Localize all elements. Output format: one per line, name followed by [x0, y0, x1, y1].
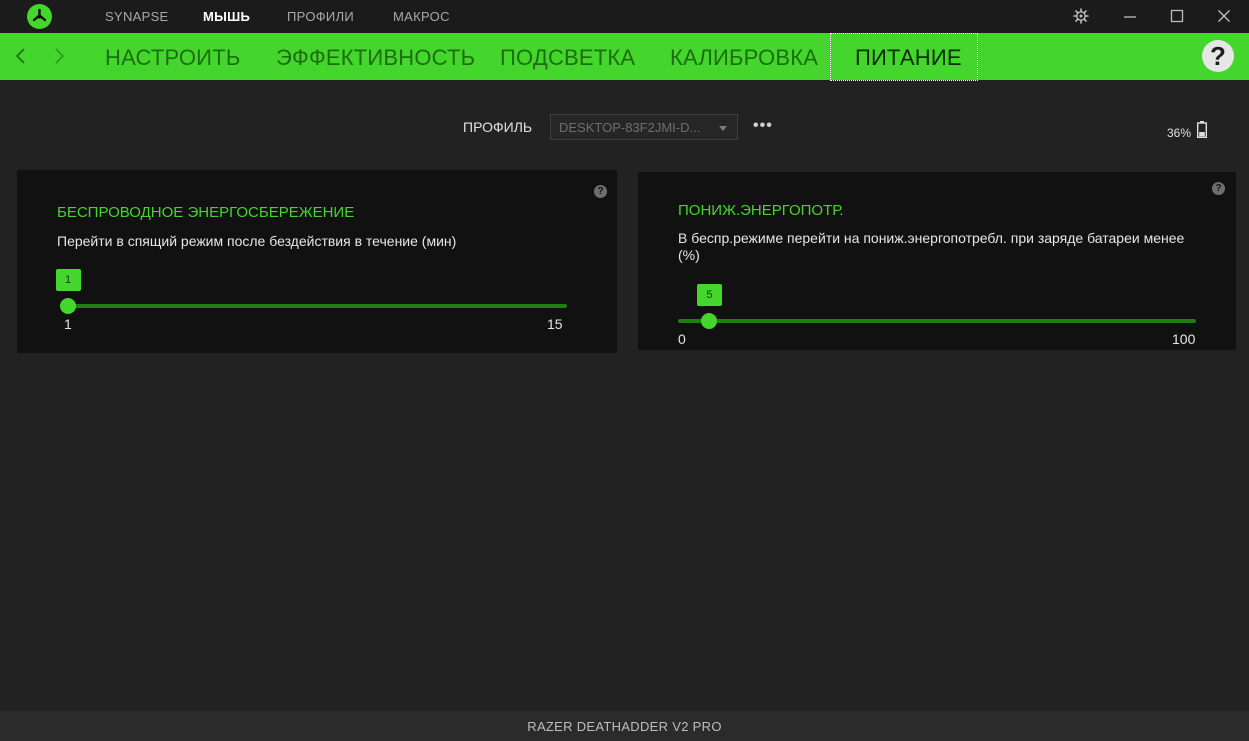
- topnav-mouse[interactable]: МЫШЬ: [203, 9, 250, 24]
- card-description: Перейти в спящий режим после бездействия…: [57, 233, 457, 249]
- card-description: В беспр.режиме перейти на пониж.энергопо…: [678, 230, 1185, 263]
- sleep-slider-track[interactable]: [60, 304, 567, 308]
- low-power-slider-track[interactable]: [678, 319, 1196, 323]
- low-power-slider-min: 0: [678, 331, 686, 347]
- tab-customize[interactable]: НАСТРОИТЬ: [105, 45, 240, 71]
- title-bar: SYNAPSE МЫШЬ ПРОФИЛИ МАКРОС: [0, 0, 1249, 33]
- profile-dropdown[interactable]: DESKTOP-83F2JMI-D...: [550, 114, 738, 140]
- profile-label: ПРОФИЛЬ: [463, 119, 533, 135]
- sleep-slider-min: 1: [64, 316, 72, 332]
- low-power-slider-thumb[interactable]: [701, 313, 718, 329]
- low-power-slider-value: 5: [696, 284, 722, 306]
- topnav-macros[interactable]: МАКРОС: [393, 9, 450, 24]
- sleep-slider-value: 1: [55, 269, 81, 291]
- chevron-down-icon: [719, 126, 727, 131]
- battery-percent: 36%: [1167, 126, 1192, 140]
- close-icon[interactable]: [1216, 8, 1232, 24]
- tab-performance[interactable]: ЭФФЕКТИВНОСТЬ: [276, 45, 475, 71]
- tab-calibration[interactable]: КАЛИБРОВКА: [670, 45, 818, 71]
- back-arrow-icon[interactable]: [14, 46, 28, 66]
- sleep-slider-thumb[interactable]: [60, 298, 76, 314]
- low-power-slider-max: 100: [1172, 331, 1196, 347]
- razer-logo-icon[interactable]: [27, 4, 52, 29]
- help-icon[interactable]: ?: [1202, 40, 1234, 72]
- help-icon[interactable]: ?: [594, 185, 607, 198]
- maximize-icon[interactable]: [1169, 8, 1185, 24]
- minimize-icon[interactable]: [1122, 8, 1138, 24]
- device-name-footer: RAZER DEATHADDER V2 PRO: [0, 711, 1249, 741]
- topnav-profiles[interactable]: ПРОФИЛИ: [287, 9, 354, 24]
- device-name: RAZER DEATHADDER V2 PRO: [527, 719, 722, 734]
- device-subnav: НАСТРОИТЬ ЭФФЕКТИВНОСТЬ ПОДСВЕТКА КАЛИБР…: [0, 33, 1249, 81]
- card-title: ПОНИЖ.ЭНЕРГОПОТР.: [678, 202, 844, 219]
- help-icon[interactable]: ?: [1212, 182, 1225, 195]
- low-power-card: ПОНИЖ.ЭНЕРГОПОТР. В беспр.режиме перейти…: [638, 172, 1236, 350]
- settings-gear-icon[interactable]: [1073, 8, 1089, 24]
- tab-power[interactable]: ПИТАНИЕ: [855, 45, 962, 71]
- profile-dropdown-value: DESKTOP-83F2JMI-D...: [559, 120, 701, 135]
- sleep-slider-max: 15: [547, 316, 563, 332]
- wireless-power-saving-card: БЕСПРОВОДНОЕ ЭНЕРГОСБЕРЕЖЕНИЕ Перейти в …: [17, 170, 617, 353]
- battery-icon: [1197, 121, 1207, 138]
- forward-arrow-icon[interactable]: [52, 46, 66, 66]
- topnav-synapse[interactable]: SYNAPSE: [105, 9, 169, 24]
- card-title: БЕСПРОВОДНОЕ ЭНЕРГОСБЕРЕЖЕНИЕ: [57, 204, 355, 221]
- profile-more-button[interactable]: •••: [753, 117, 773, 135]
- tab-lighting[interactable]: ПОДСВЕТКА: [500, 45, 635, 71]
